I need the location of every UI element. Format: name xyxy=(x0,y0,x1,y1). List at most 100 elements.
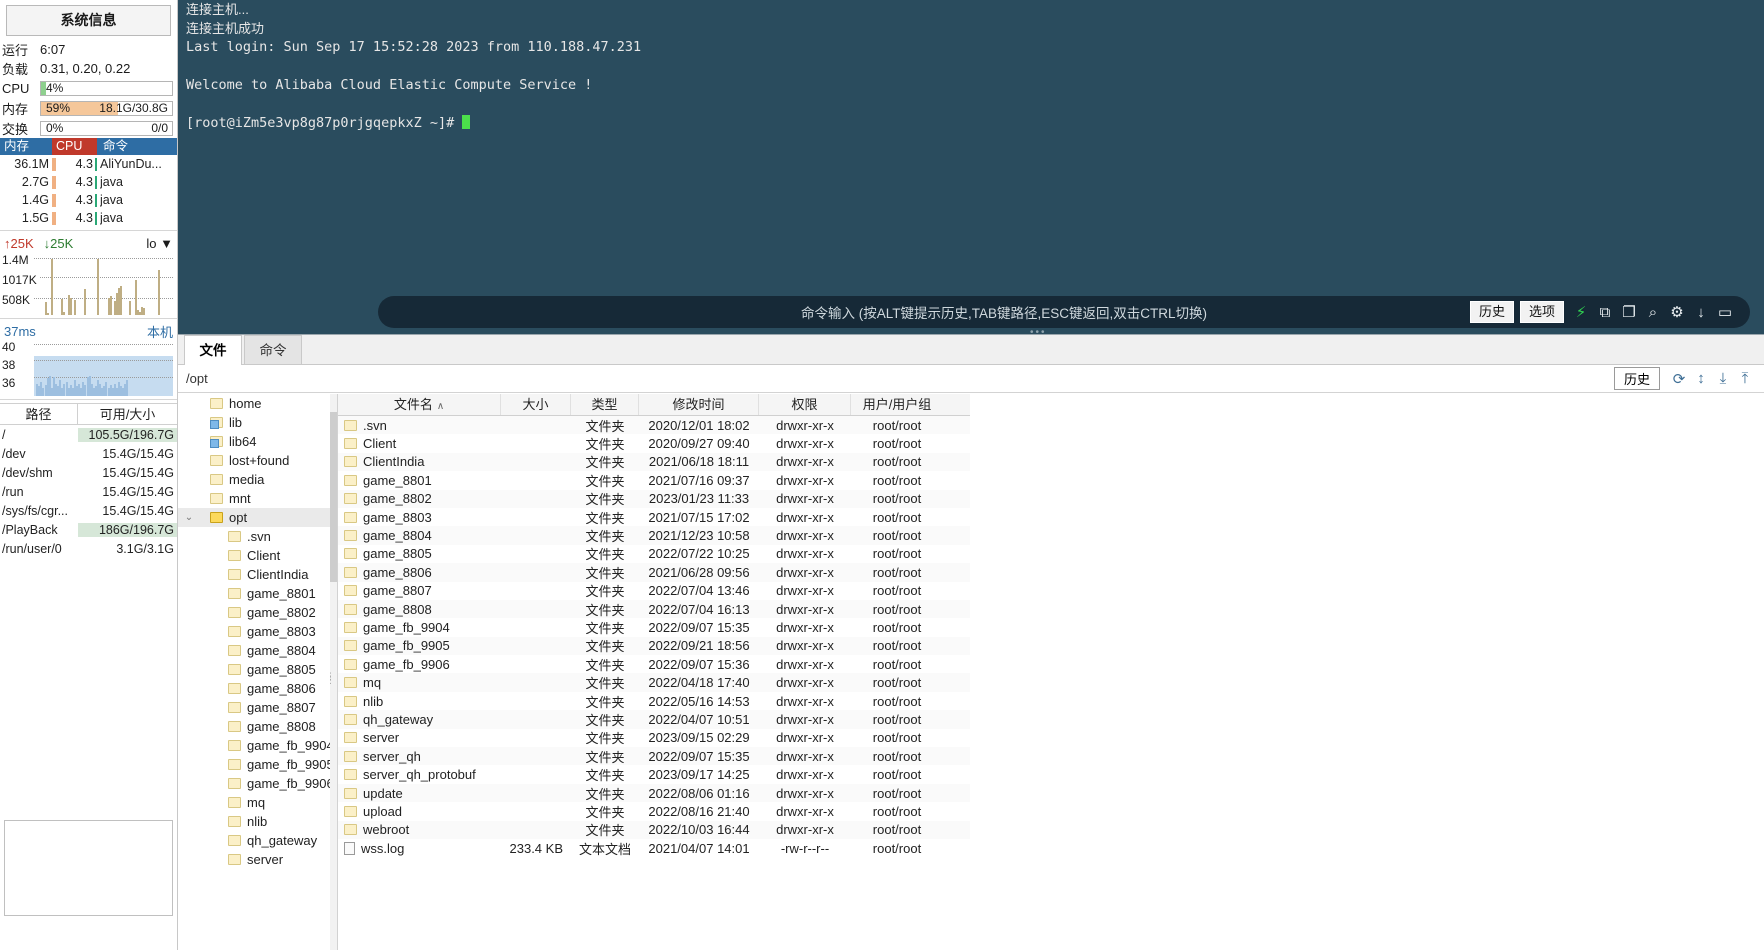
file-row[interactable]: server_qh文件夹2022/09/07 15:35drwxr-xr-xro… xyxy=(338,747,970,765)
file-row[interactable]: game_8807文件夹2022/07/04 13:46drwxr-xr-xro… xyxy=(338,582,970,600)
terminal-history-button[interactable]: 历史 xyxy=(1470,301,1514,323)
column-filename[interactable]: 文件名∧ xyxy=(338,394,501,415)
disk-col-path[interactable]: 路径 xyxy=(0,404,78,424)
tree-item-mq[interactable]: mq xyxy=(178,793,337,812)
file-row[interactable]: game_fb_9905文件夹2022/09/21 18:56drwxr-xr-… xyxy=(338,637,970,655)
disk-row[interactable]: /dev/shm15.4G/15.4G xyxy=(0,463,177,482)
disk-col-size[interactable]: 可用/大小 xyxy=(78,404,177,424)
process-row[interactable]: 2.7G4.3java xyxy=(0,173,177,191)
terminal-output[interactable]: 连接主机...连接主机成功Last login: Sun Sep 17 15:5… xyxy=(178,0,1764,334)
path-input[interactable]: /opt xyxy=(186,371,1614,386)
file-row[interactable]: update文件夹2022/08/06 01:16drwxr-xr-xroot/… xyxy=(338,784,970,802)
network-interface-select[interactable]: lo ▼ xyxy=(146,236,173,251)
process-col-command[interactable]: 命令 xyxy=(97,138,177,155)
copy-icon[interactable]: ⧉ xyxy=(1594,304,1616,321)
up-icon[interactable]: ↕ xyxy=(1690,370,1712,387)
paste-icon[interactable]: ❐ xyxy=(1618,303,1640,321)
file-row[interactable]: game_8806文件夹2021/06/28 09:56drwxr-xr-xro… xyxy=(338,563,970,581)
process-row[interactable]: 1.4G4.3java xyxy=(0,191,177,209)
file-row[interactable]: server文件夹2023/09/15 02:29drwxr-xr-xroot/… xyxy=(338,729,970,747)
tree-item-server[interactable]: server xyxy=(178,850,337,869)
tree-item-game_8808[interactable]: game_8808 xyxy=(178,717,337,736)
file-row[interactable]: nlib文件夹2022/05/16 14:53drwxr-xr-xroot/ro… xyxy=(338,692,970,710)
disk-row[interactable]: /run15.4G/15.4G xyxy=(0,482,177,501)
file-mtime: 2022/07/22 10:25 xyxy=(639,546,759,561)
file-row[interactable]: game_8805文件夹2022/07/22 10:25drwxr-xr-xro… xyxy=(338,545,970,563)
file-row[interactable]: wss.log233.4 KB文本文档2021/04/07 14:01-rw-r… xyxy=(338,839,970,857)
upload-icon[interactable]: ⤒ xyxy=(1734,370,1756,387)
tree-item-game_8807[interactable]: game_8807 xyxy=(178,698,337,717)
tree-item-game_fb_9905[interactable]: game_fb_9905 xyxy=(178,755,337,774)
process-col-cpu[interactable]: CPU xyxy=(52,138,97,155)
column-size[interactable]: 大小 xyxy=(501,394,571,415)
bolt-icon[interactable]: ⚡ xyxy=(1570,303,1592,321)
search-icon[interactable]: ⌕ xyxy=(1642,304,1664,321)
refresh-icon[interactable]: ⟳ xyxy=(1668,370,1690,388)
file-row[interactable]: game_fb_9904文件夹2022/09/07 15:35drwxr-xr-… xyxy=(338,618,970,636)
command-input-bar[interactable]: 命令输入 (按ALT键提示历史,TAB键路径,ESC键返回,双击CTRL切换) … xyxy=(378,296,1750,328)
file-row[interactable]: Client文件夹2020/09/27 09:40drwxr-xr-xroot/… xyxy=(338,434,970,452)
column-type[interactable]: 类型 xyxy=(571,394,639,415)
window-icon[interactable]: ▭ xyxy=(1714,303,1736,321)
tree-item-game_fb_9904[interactable]: game_fb_9904 xyxy=(178,736,337,755)
file-row[interactable]: mq文件夹2022/04/18 17:40drwxr-xr-xroot/root xyxy=(338,673,970,691)
file-row[interactable]: game_8801文件夹2021/07/16 09:37drwxr-xr-xro… xyxy=(338,471,970,489)
tree-item-opt[interactable]: ⌄opt xyxy=(178,508,337,527)
folder-icon xyxy=(228,854,241,865)
disk-row[interactable]: /dev15.4G/15.4G xyxy=(0,444,177,463)
column-permissions[interactable]: 权限 xyxy=(759,394,851,415)
file-row[interactable]: upload文件夹2022/08/16 21:40drwxr-xr-xroot/… xyxy=(338,802,970,820)
process-row[interactable]: 1.5G4.3java xyxy=(0,209,177,227)
tree-item-game_8805[interactable]: game_8805 xyxy=(178,660,337,679)
tree-item-lib64[interactable]: lib64 xyxy=(178,432,337,451)
tree-item-game_8802[interactable]: game_8802 xyxy=(178,603,337,622)
tree-item-svn[interactable]: .svn xyxy=(178,527,337,546)
tree-item-mnt[interactable]: mnt xyxy=(178,489,337,508)
column-mtime[interactable]: 修改时间 xyxy=(639,394,759,415)
tree-item-lib[interactable]: lib xyxy=(178,413,337,432)
tree-item-game_8801[interactable]: game_8801 xyxy=(178,584,337,603)
file-row[interactable]: game_8802文件夹2023/01/23 11:33drwxr-xr-xro… xyxy=(338,490,970,508)
tree-item-game_8806[interactable]: game_8806 xyxy=(178,679,337,698)
tree-item-media[interactable]: media xyxy=(178,470,337,489)
download-icon[interactable]: ↓ xyxy=(1690,304,1712,321)
tab-files[interactable]: 文件 xyxy=(184,335,242,365)
download-icon[interactable]: ⤓ xyxy=(1712,370,1734,387)
tree-item-qh_gateway[interactable]: qh_gateway xyxy=(178,831,337,850)
file-row[interactable]: server_qh_protobuf文件夹2023/09/17 14:25drw… xyxy=(338,765,970,783)
disk-row[interactable]: /PlayBack186G/196.7G xyxy=(0,520,177,539)
path-history-button[interactable]: 历史 xyxy=(1614,367,1660,390)
file-row[interactable]: webroot文件夹2022/10/03 16:44drwxr-xr-xroot… xyxy=(338,821,970,839)
file-row[interactable]: game_fb_9906文件夹2022/09/07 15:36drwxr-xr-… xyxy=(338,655,970,673)
tree-item-ClientIndia[interactable]: ClientIndia xyxy=(178,565,337,584)
tree-item-game_8804[interactable]: game_8804 xyxy=(178,641,337,660)
tree-item-home[interactable]: home xyxy=(178,394,337,413)
file-row[interactable]: qh_gateway文件夹2022/04/07 10:51drwxr-xr-xr… xyxy=(338,710,970,728)
file-row[interactable]: game_8804文件夹2021/12/23 10:58drwxr-xr-xro… xyxy=(338,526,970,544)
file-row[interactable]: game_8803文件夹2021/07/15 17:02drwxr-xr-xro… xyxy=(338,508,970,526)
disk-row[interactable]: /sys/fs/cgr...15.4G/15.4G xyxy=(0,501,177,520)
process-row[interactable]: 36.1M4.3AliYunDu... xyxy=(0,155,177,173)
process-col-memory[interactable]: 内存 xyxy=(0,138,52,155)
tree-scrollbar-thumb[interactable] xyxy=(330,412,337,582)
column-owner[interactable]: 用户/用户组 xyxy=(851,394,943,415)
tree-item-game_fb_9906[interactable]: game_fb_9906 xyxy=(178,774,337,793)
graph-bar xyxy=(97,259,99,315)
file-row[interactable]: game_8808文件夹2022/07/04 16:13drwxr-xr-xro… xyxy=(338,600,970,618)
file-permissions: drwxr-xr-x xyxy=(759,528,851,543)
gear-icon[interactable]: ⚙ xyxy=(1666,303,1688,321)
tab-commands[interactable]: 命令 xyxy=(244,335,302,364)
tree-item-Client[interactable]: Client xyxy=(178,546,337,565)
disk-row[interactable]: /105.5G/196.7G xyxy=(0,425,177,444)
command-input-placeholder[interactable]: 命令输入 (按ALT键提示历史,TAB键路径,ESC键返回,双击CTRL切换) xyxy=(378,302,1470,322)
tree-resize-grip[interactable]: ⋮⋮ xyxy=(326,674,335,682)
disk-row[interactable]: /run/user/03.1G/3.1G xyxy=(0,539,177,558)
file-row[interactable]: .svn文件夹2020/12/01 18:02drwxr-xr-xroot/ro… xyxy=(338,416,970,434)
terminal-line xyxy=(178,95,1764,114)
tree-item-lostfound[interactable]: lost+found xyxy=(178,451,337,470)
tree-item-nlib[interactable]: nlib xyxy=(178,812,337,831)
tree-expander[interactable]: ⌄ xyxy=(182,512,196,523)
file-row[interactable]: ClientIndia文件夹2021/06/18 18:11drwxr-xr-x… xyxy=(338,453,970,471)
terminal-options-button[interactable]: 选项 xyxy=(1520,301,1564,323)
tree-item-game_8803[interactable]: game_8803 xyxy=(178,622,337,641)
